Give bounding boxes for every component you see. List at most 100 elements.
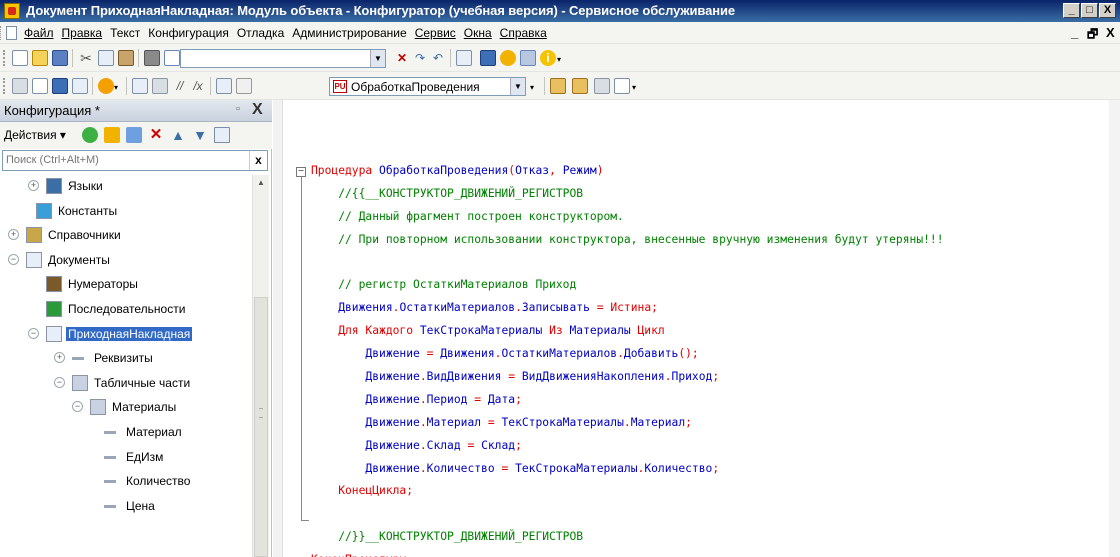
edit-icon[interactable] <box>104 127 120 143</box>
run-dropdown-icon[interactable]: ▾ <box>114 78 122 94</box>
open-file-icon[interactable] <box>32 50 48 66</box>
tree-scrollbar[interactable]: ▲ <box>252 175 269 557</box>
tree-item[interactable]: Нумераторы <box>0 273 252 297</box>
code-line[interactable] <box>311 252 944 275</box>
mdi-minimize-button[interactable]: _ <box>1071 25 1078 40</box>
configuration-tree-icon[interactable] <box>480 50 496 66</box>
tree-item[interactable]: + Справочники <box>0 224 252 248</box>
tree-item[interactable]: − Табличные части <box>0 372 252 396</box>
panel-close-button[interactable]: X <box>252 101 263 119</box>
syntax-helper-icon[interactable] <box>500 50 516 66</box>
code-line[interactable]: Движение.Материал = ТекСтрокаМатериалы.М… <box>311 412 944 435</box>
minimize-button[interactable]: _ <box>1063 3 1080 18</box>
mdi-restore-button[interactable]: 🗗 <box>1087 25 1098 46</box>
tree-item[interactable]: Цена <box>0 495 252 519</box>
find-procedure-icon[interactable] <box>236 78 252 94</box>
menu-item[interactable]: Текст <box>108 26 142 40</box>
help-content-icon[interactable] <box>520 50 536 66</box>
tree-item[interactable]: Константы <box>0 200 252 224</box>
move-down-icon[interactable]: ▼ <box>192 127 208 143</box>
code-line[interactable]: КонецПроцедуры <box>311 549 944 557</box>
new-file-icon[interactable] <box>12 50 28 66</box>
code-line[interactable]: Движения.ОстаткиМатериалов.Записывать = … <box>311 297 944 320</box>
paste-icon[interactable] <box>118 50 134 66</box>
procedure-dropdown-extra-icon[interactable]: ▾ <box>530 78 538 94</box>
collapse-icon[interactable]: − <box>8 253 19 265</box>
maximize-button[interactable]: □ <box>1081 3 1098 18</box>
print-preview-icon[interactable] <box>164 50 180 66</box>
move-up-icon[interactable]: ▲ <box>170 127 186 143</box>
toolbar-overflow-icon[interactable]: ▾ <box>557 50 565 66</box>
code-line[interactable]: КонецЦикла; <box>311 480 944 503</box>
code-area[interactable]: Процедура ОбработкаПроведения(Отказ, Реж… <box>311 160 944 557</box>
menu-item[interactable]: Конфигурация <box>146 26 231 40</box>
tree-item[interactable]: Последовательности <box>0 298 252 322</box>
mdi-close-button[interactable]: X <box>1106 25 1115 40</box>
outdent-icon[interactable] <box>152 78 168 94</box>
expand-icon[interactable]: + <box>28 180 39 191</box>
toolbar-grip[interactable] <box>3 78 5 94</box>
code-line[interactable]: Движение.Период = Дата; <box>311 389 944 412</box>
sort-icon[interactable] <box>214 127 230 143</box>
toolbar2-overflow-icon[interactable]: ▾ <box>632 78 640 94</box>
close-button[interactable]: X <box>1099 3 1116 18</box>
delete-icon[interactable]: ✕ <box>148 127 164 143</box>
panel-search-field[interactable]: x <box>2 150 268 171</box>
menu-item[interactable]: Справка <box>498 26 549 40</box>
pin-icon[interactable]: ▫ <box>236 103 240 115</box>
menu-grip[interactable] <box>0 26 3 40</box>
tree-item[interactable]: + Реквизиты <box>0 347 252 371</box>
collapse-icon[interactable]: − <box>28 327 39 339</box>
code-line[interactable]: Движение = Движения.ОстаткиМатериалов.До… <box>311 343 944 366</box>
menu-item[interactable]: Сервис <box>413 26 458 40</box>
info-icon[interactable]: i <box>540 50 556 66</box>
tree-item[interactable]: − ПриходнаяНакладная <box>0 323 252 347</box>
cut-icon[interactable]: ✂ <box>78 50 94 66</box>
toolbar-grip[interactable] <box>3 50 5 66</box>
bookmark-icon[interactable] <box>216 78 232 94</box>
code-line[interactable]: Для Каждого ТекСтрокаМатериалы Из Матери… <box>311 320 944 343</box>
code-line[interactable]: // Данный фрагмент построен конструкторо… <box>311 206 944 229</box>
search-combo[interactable]: ▼ <box>180 49 386 68</box>
code-line[interactable] <box>311 503 944 526</box>
comment-icon[interactable]: // <box>172 78 188 94</box>
code-line[interactable]: //}}__КОНСТРУКТОР_ДВИЖЕНИЙ_РЕГИСТРОВ <box>311 526 944 549</box>
properties-icon[interactable] <box>52 78 68 94</box>
form-icon[interactable] <box>32 78 48 94</box>
scrollbar-thumb[interactable] <box>254 297 268 557</box>
copy-icon[interactable] <box>98 50 114 66</box>
windows-icon[interactable] <box>456 50 472 66</box>
copy-item-icon[interactable] <box>126 127 142 143</box>
code-line[interactable]: // При повторном использовании конструкт… <box>311 229 943 252</box>
uncomment-icon[interactable]: /x <box>190 78 206 94</box>
tree-item[interactable]: − Материалы <box>0 396 252 420</box>
print-icon[interactable] <box>144 50 160 66</box>
menu-item[interactable]: Файл <box>22 26 56 40</box>
menu-item[interactable]: Окна <box>462 26 494 40</box>
add-icon[interactable] <box>82 127 98 143</box>
collapse-icon[interactable]: − <box>54 376 65 388</box>
tree-item[interactable]: − Документы <box>0 249 252 273</box>
tree-item[interactable]: + Языки <box>0 175 252 199</box>
procedure-combo[interactable]: PU ОбработкаПроведения ▼ <box>329 77 526 96</box>
code-line[interactable]: Движение.Количество = ТекСтрокаМатериалы… <box>311 458 944 481</box>
go-to-definition-icon[interactable] <box>550 78 566 94</box>
query-constructor-icon[interactable] <box>614 78 630 94</box>
find-next-icon[interactable]: ↷ <box>412 50 428 66</box>
module-icon[interactable] <box>12 78 28 94</box>
code-line[interactable]: Процедура ОбработкаПроведения(Отказ, Реж… <box>311 160 944 183</box>
search-combo-dropdown-icon[interactable]: ▼ <box>370 50 385 67</box>
menu-item[interactable]: Правка <box>60 26 105 40</box>
code-line[interactable]: // регистр ОстаткиМатериалов Приход <box>311 274 944 297</box>
procedure-combo-dropdown-icon[interactable]: ▼ <box>510 78 525 95</box>
run-debug-icon[interactable] <box>98 78 114 94</box>
collapse-procedure-icon[interactable]: − <box>296 167 306 177</box>
panel-search-clear-button[interactable]: x <box>249 151 267 170</box>
expand-icon[interactable]: + <box>54 352 65 364</box>
table-view-icon[interactable] <box>72 78 88 94</box>
actions-menu[interactable]: Действия ▾ <box>4 128 66 142</box>
module-editor[interactable]: − Процедура ОбработкаПроведения(Отказ, Р… <box>273 100 1120 557</box>
go-back-icon[interactable] <box>572 78 588 94</box>
template-icon[interactable] <box>594 78 610 94</box>
save-icon[interactable] <box>52 50 68 66</box>
